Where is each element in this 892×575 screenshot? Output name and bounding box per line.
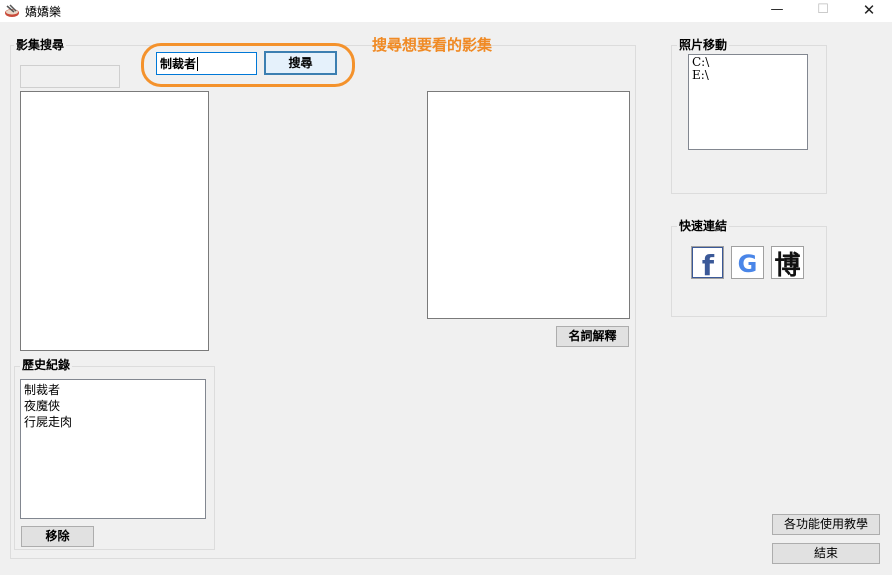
detail-panel [427,91,630,319]
tutorial-button[interactable]: 各功能使用教學 [772,514,880,535]
list-item[interactable]: 夜魔俠 [24,398,202,414]
exit-button[interactable]: 結束 [772,543,880,564]
search-group-legend: 影集搜尋 [14,36,67,53]
remove-button[interactable]: 移除 [21,526,94,547]
annotation-text: 搜尋想要看的影集 [372,36,493,54]
blog-glyph: 博 [774,251,800,278]
facebook-icon[interactable]: f [691,246,724,282]
search-input-value: 制裁者 [160,57,197,71]
disabled-field [20,65,120,88]
search-input[interactable]: 制裁者 [156,52,257,75]
close-button[interactable]: ✕ [846,0,892,22]
list-item[interactable]: 行屍走肉 [24,414,202,430]
facebook-glyph: f [702,249,715,278]
app-icon [4,3,20,19]
minimize-button[interactable]: — [754,0,800,22]
search-button[interactable]: 搜尋 [264,51,337,75]
drive-list[interactable]: C:\ E:\ [688,54,808,150]
list-item[interactable]: E:\ [692,69,804,82]
blog-icon[interactable]: 博 [771,246,804,281]
text-cursor [197,57,199,71]
photo-move-legend: 照片移動 [677,36,730,53]
window-title: 嬌嬌樂 [25,5,62,19]
google-glyph: G [738,250,758,278]
history-list[interactable]: 制裁者 夜魔俠 行屍走肉 [20,379,206,519]
glossary-button[interactable]: 名詞解釋 [556,326,629,347]
quick-links-legend: 快速連結 [677,217,730,234]
list-item[interactable]: 制裁者 [24,382,202,398]
results-list[interactable] [20,91,209,351]
title-bar: 嬌嬌樂 — ☐ ✕ [0,0,892,22]
history-group-legend: 歷史紀錄 [20,356,73,373]
google-icon[interactable]: G [731,246,764,279]
maximize-button[interactable]: ☐ [800,0,846,22]
